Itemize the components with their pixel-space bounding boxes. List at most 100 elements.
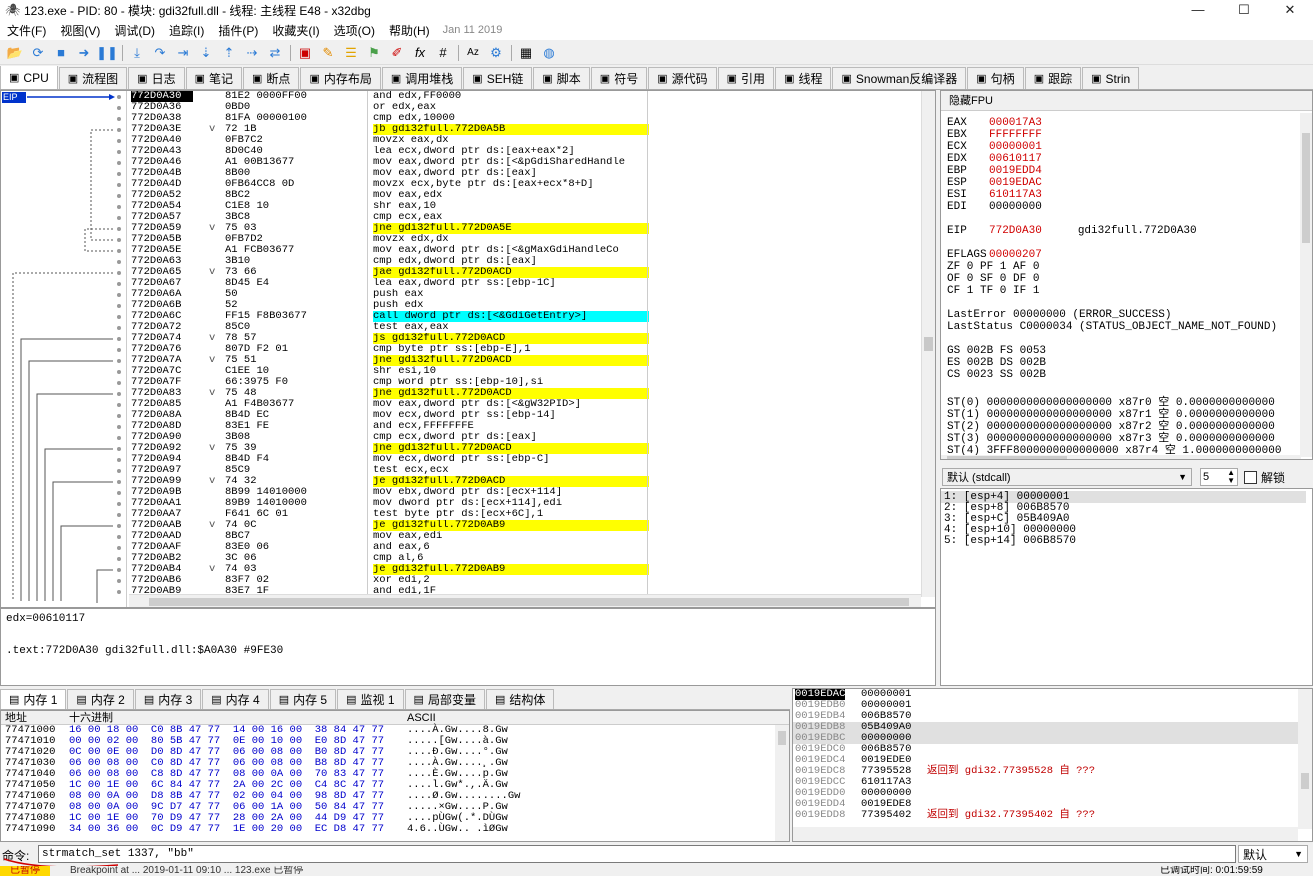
disasm-row[interactable]: 772D0A6A 50 push eax	[129, 289, 921, 300]
tab-15[interactable]: ▣ 跟踪	[1024, 67, 1082, 89]
arg-count-spinner[interactable]: 5 ▲ ▼	[1200, 468, 1238, 486]
register-row[interactable]: EAX 000017A3	[947, 117, 1042, 129]
dump-tab-5[interactable]: ▤ 监视 1	[337, 689, 404, 709]
breakpoint-dot[interactable]	[117, 469, 121, 473]
scylla-icon[interactable]: ⚙	[485, 43, 507, 63]
breakpoint-dot[interactable]	[117, 502, 121, 506]
breakpoint-dot[interactable]	[117, 249, 121, 253]
register-row[interactable]: EDI 00000000	[947, 201, 1042, 213]
breakpoint-dot[interactable]	[117, 260, 121, 264]
breakpoint-dot[interactable]	[117, 326, 121, 330]
trace-into-icon[interactable]: ⇥	[172, 43, 194, 63]
dump-vscrollbar[interactable]	[775, 725, 789, 841]
dump-tab-1[interactable]: ▤ 内存 2	[67, 689, 134, 709]
breakpoint-dot[interactable]	[117, 436, 121, 440]
maximize-button[interactable]: ☐	[1221, 0, 1267, 20]
registers-vscrollbar[interactable]	[1300, 113, 1312, 457]
flags-row[interactable]: ZF 0 PF 1 AF 0	[947, 261, 1039, 273]
segment-row[interactable]: ES 002B DS 002B	[947, 357, 1046, 369]
scroll-thumb[interactable]	[1301, 773, 1309, 789]
dump-tab-4[interactable]: ▤ 内存 5	[269, 689, 337, 709]
minimize-button[interactable]: —	[1175, 0, 1221, 20]
breakpoint-dot[interactable]	[117, 579, 121, 583]
bookmark-icon[interactable]: ⚑	[363, 43, 385, 63]
menu-trace[interactable]: 追踪(I)	[162, 22, 211, 39]
segment-row[interactable]: GS 002B FS 0053	[947, 345, 1046, 357]
breakpoint-dot[interactable]	[117, 282, 121, 286]
register-row[interactable]: ESI 610117A3	[947, 189, 1042, 201]
breakpoint-dot[interactable]	[117, 359, 121, 363]
breakpoint-dot[interactable]	[117, 590, 121, 594]
registers-panel[interactable]: 隐藏FPU EAX 000017A3 EBX FFFFFFFF ECX 00000001 E…	[940, 90, 1313, 460]
breakpoint-dot[interactable]	[117, 337, 121, 341]
scroll-thumb[interactable]	[778, 731, 786, 745]
pause-icon[interactable]: ❚❚	[96, 43, 118, 63]
tab-0[interactable]: ▣ CPU	[0, 66, 58, 89]
run-to-user-code-icon[interactable]: ⇢	[241, 43, 263, 63]
menu-file[interactable]: 文件(F)	[0, 22, 53, 39]
disassembly-view[interactable]: EIP 772D0A30 81E2 0000FF00 and edx,FF0000 7…	[0, 90, 936, 608]
breakpoint-dot[interactable]	[117, 414, 121, 418]
breakpoint-dot[interactable]	[117, 513, 121, 517]
open-icon[interactable]: 📂	[4, 43, 26, 63]
breakpoint-dot[interactable]	[117, 370, 121, 374]
step-into-icon[interactable]: ⤓	[126, 43, 148, 63]
breakpoint-dot[interactable]	[117, 392, 121, 396]
menu-plugins[interactable]: 插件(P)	[211, 22, 265, 39]
breakpoint-dot[interactable]	[117, 216, 121, 220]
menu-help[interactable]: 帮助(H)	[382, 22, 437, 39]
breakpoint-dot[interactable]	[117, 205, 121, 209]
dump-tab-0[interactable]: ▤ 内存 1	[0, 689, 67, 709]
breakpoint-dot[interactable]	[117, 381, 121, 385]
stack-arg-row[interactable]: 5: [esp+14] 006B8570	[944, 535, 1076, 547]
tab-3[interactable]: ▣ 笔记	[185, 67, 243, 89]
dump-tab-7[interactable]: ▤ 结构体	[485, 689, 555, 709]
registers-hscrollbar[interactable]	[941, 455, 1301, 459]
patch-icon[interactable]: ✐	[386, 43, 408, 63]
tab-2[interactable]: ▣ 日志	[128, 67, 185, 89]
function-icon[interactable]: fx	[409, 43, 431, 63]
breakpoint-dot[interactable]	[117, 128, 121, 132]
disassembly-hscrollbar[interactable]	[129, 594, 921, 607]
breakpoint-dot[interactable]	[117, 150, 121, 154]
tab-13[interactable]: ▣ Snowman反编译器	[832, 67, 967, 89]
segment-row[interactable]: CS 0023 SS 002B	[947, 369, 1046, 381]
breakpoint-dot[interactable]	[117, 95, 121, 99]
register-row[interactable]: ECX 00000001	[947, 141, 1042, 153]
stack-vscrollbar[interactable]	[1298, 689, 1312, 829]
font-icon[interactable]: Az	[462, 43, 484, 63]
comment-icon[interactable]: ✎	[317, 43, 339, 63]
tab-7[interactable]: ▣ SEH链	[463, 67, 533, 89]
breakpoint-dot[interactable]	[117, 425, 121, 429]
command-input[interactable]: strmatch_set 1337, "bb"	[38, 845, 1236, 863]
breakpoint-dot[interactable]	[117, 458, 121, 462]
tab-1[interactable]: ▣ 流程图	[58, 67, 128, 89]
register-row[interactable]: EDX 00610117	[947, 153, 1042, 165]
breakpoint-dot[interactable]	[117, 161, 121, 165]
tab-10[interactable]: ▣ 源代码	[648, 67, 717, 89]
register-row[interactable]: EBX FFFFFFFF	[947, 129, 1042, 141]
step-over-icon[interactable]: ↷	[149, 43, 171, 63]
stack-row[interactable]: 0019EDD8 77395402 返回到 gdi32.77395402 自 ???	[793, 810, 1312, 821]
tab-14[interactable]: ▣ 句柄	[967, 67, 1024, 89]
stack-view[interactable]: 0019EDAC 00000001 0019EDB0 00000001 0019EDB4…	[792, 688, 1313, 842]
tab-9[interactable]: ▣ 符号	[590, 67, 648, 89]
tab-16[interactable]: ▣ Strin	[1082, 67, 1140, 89]
run-icon[interactable]: ➜	[73, 43, 95, 63]
flags-row[interactable]: OF 0 SF 0 DF 0	[947, 273, 1039, 285]
breakpoint-dot[interactable]	[117, 117, 121, 121]
breakpoint-dot[interactable]	[117, 304, 121, 308]
register-row[interactable]: ESP 0019EDAC	[947, 177, 1042, 189]
tab-6[interactable]: ▣ 调用堆栈	[381, 67, 463, 89]
breakpoint-dot[interactable]	[117, 348, 121, 352]
dump-row[interactable]: 77471090 34 00 36 00 0C D9 47 77 1E 00 20…	[1, 824, 789, 835]
flags-row[interactable]: CF 1 TF 0 IF 1	[947, 285, 1039, 297]
breakpoint-dot[interactable]	[117, 403, 121, 407]
breakpoint-dot[interactable]	[117, 183, 121, 187]
close-button[interactable]: ✕	[1267, 0, 1313, 20]
hide-fpu-toggle[interactable]: 隐藏FPU	[941, 91, 1312, 111]
scroll-thumb[interactable]	[1302, 133, 1310, 243]
tab-12[interactable]: ▣ 线程	[775, 67, 832, 89]
breakpoint-dot[interactable]	[117, 293, 121, 297]
memory-dump[interactable]: 地址 十六进制 ASCII 77471000 16 00 18 00 C0 8B …	[0, 710, 790, 842]
